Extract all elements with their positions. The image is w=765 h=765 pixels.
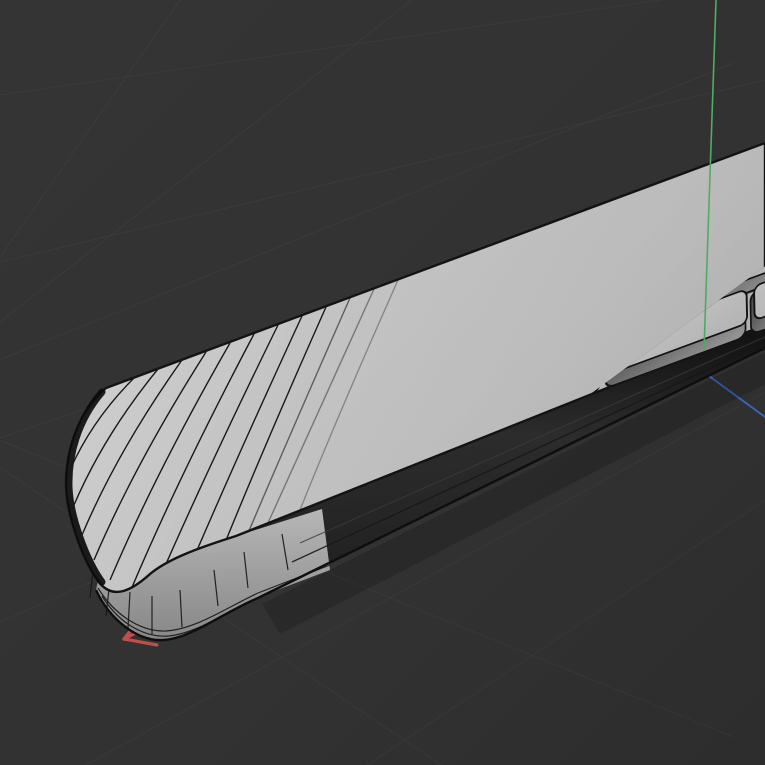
scene-canvas[interactable] xyxy=(0,0,765,765)
viewport-3d[interactable] xyxy=(0,0,765,765)
